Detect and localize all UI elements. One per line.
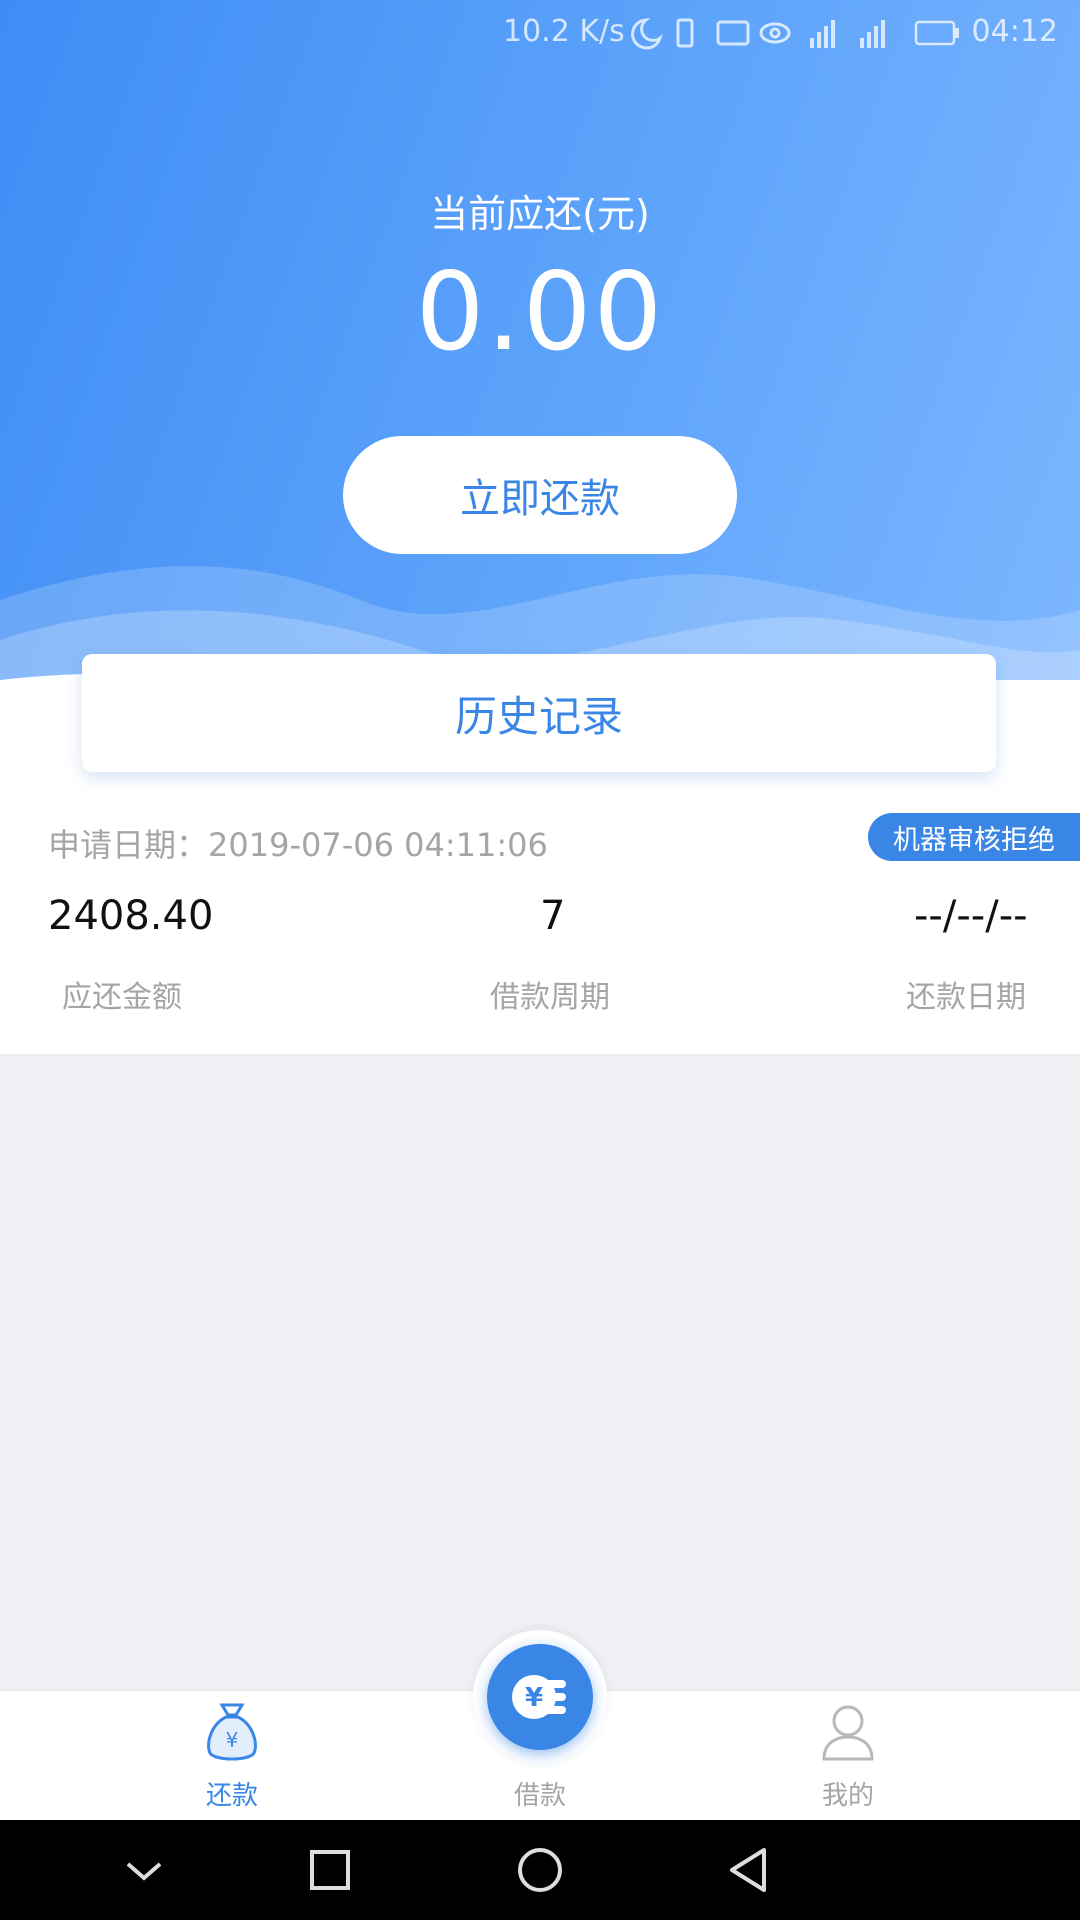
tab-repay[interactable]: ¥ 还款 — [132, 1691, 332, 1821]
hd-icon — [716, 20, 750, 46]
svg-text:¥: ¥ — [525, 1683, 543, 1713]
nav-back-button[interactable] — [718, 1838, 782, 1902]
loan-period-value: 7 — [540, 893, 566, 939]
nav-recents-button[interactable] — [298, 1838, 362, 1902]
borrow-fab-button[interactable]: ¥ — [487, 1644, 593, 1750]
tab-mine[interactable]: 我的 — [748, 1691, 948, 1821]
loan-period-label: 借款周期 — [490, 980, 610, 1015]
vibrate-icon — [676, 18, 694, 48]
due-label: 当前应还(元) — [430, 192, 650, 236]
repay-amount-label: 应还金额 — [62, 980, 182, 1015]
history-label: 历史记录 — [454, 691, 623, 741]
tab-repay-label: 还款 — [205, 1781, 258, 1811]
network-speed: 10.2 K/s — [503, 14, 625, 49]
status-bar: 10.2 K/s 04:12 — [0, 0, 1080, 66]
eye-icon — [759, 22, 791, 44]
history-records-button[interactable]: 历史记录 — [82, 654, 996, 772]
clock: 04:12 — [971, 14, 1058, 49]
battery-icon — [914, 20, 959, 46]
pay-now-button[interactable]: 立即还款 — [343, 436, 737, 554]
status-icons — [631, 18, 959, 50]
apply-date-label: 申请日期： — [48, 826, 209, 864]
svg-text:¥: ¥ — [226, 1728, 239, 1752]
moon-icon — [631, 18, 663, 50]
apply-date-value: 2019-07-06 04:11:06 — [208, 826, 548, 864]
repay-date-value: --/--/-- — [914, 893, 1028, 939]
nav-hide-button[interactable] — [112, 1838, 176, 1902]
coin-stack-icon: ¥ — [512, 1675, 566, 1719]
status-badge: 机器审核拒绝 — [868, 813, 1080, 861]
tab-mine-label: 我的 — [821, 1781, 874, 1811]
nav-home-button[interactable] — [508, 1838, 572, 1902]
money-bag-icon: ¥ — [207, 1703, 257, 1761]
repay-date-label: 还款日期 — [906, 980, 1026, 1015]
due-amount: 0.00 — [415, 250, 665, 375]
signal-icon — [810, 20, 885, 48]
apply-date: 申请日期：2019-07-06 04:11:06 — [48, 820, 548, 866]
user-icon — [822, 1705, 874, 1761]
repay-amount-value: 2408.40 — [48, 893, 214, 939]
system-nav-bar — [0, 1820, 1080, 1920]
tab-borrow-label: 借款 — [513, 1781, 566, 1811]
